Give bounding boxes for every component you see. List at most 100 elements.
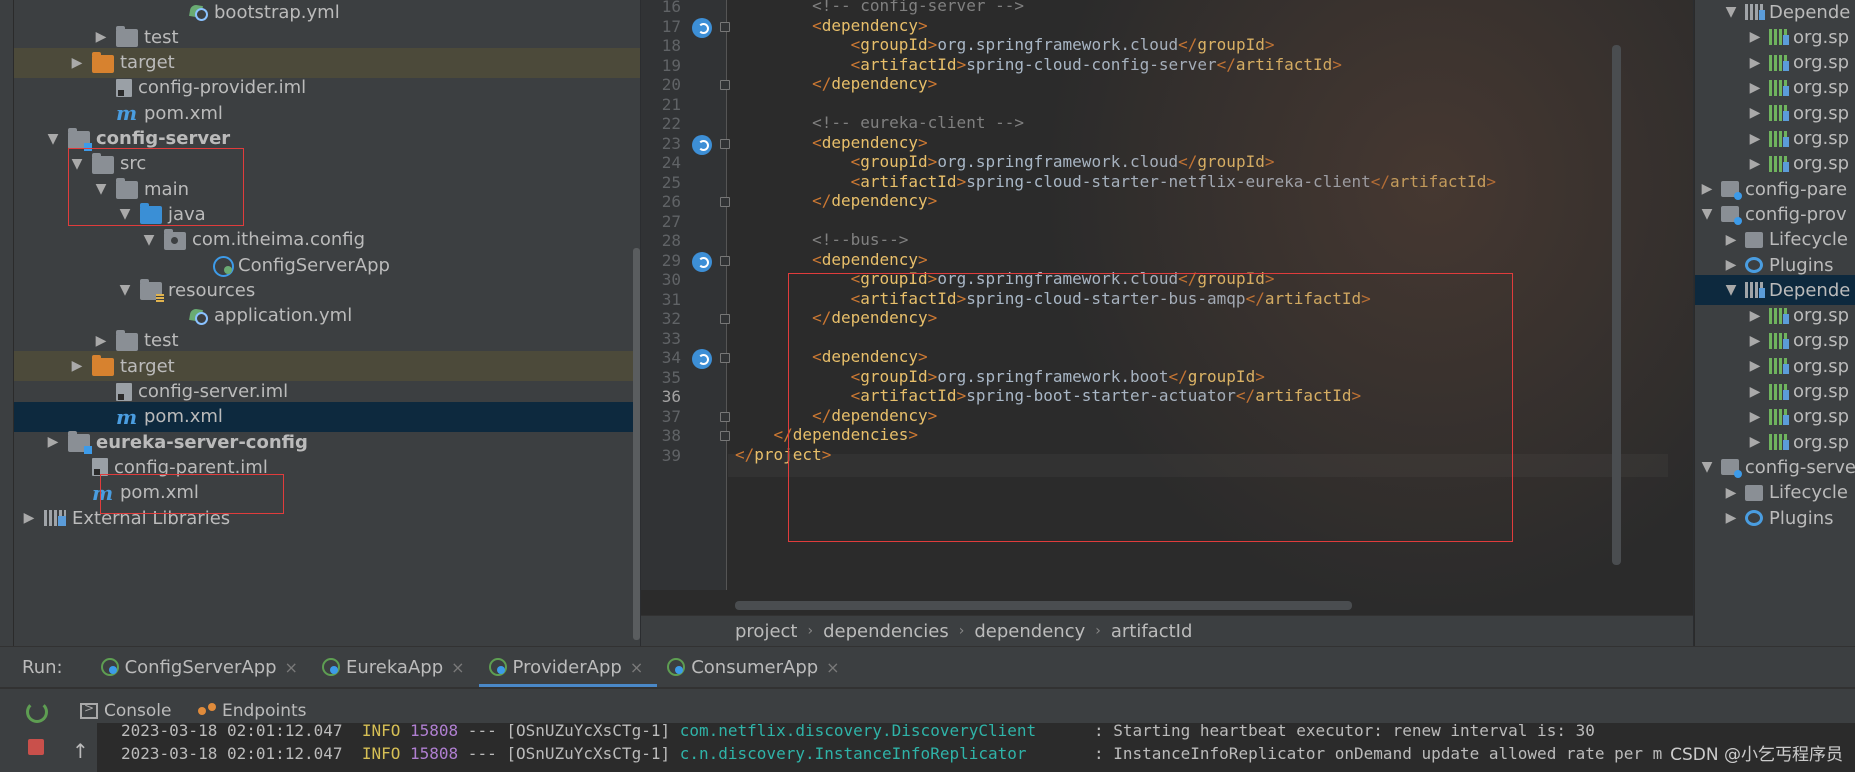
fold-marker-icon[interactable] (720, 255, 730, 266)
stop-icon[interactable] (28, 739, 44, 755)
run-gutter-icon[interactable] (692, 349, 712, 369)
line-number: 21 (661, 94, 681, 114)
run-tab[interactable]: EurekaApp × (312, 647, 479, 687)
editor-horizontal-scrollbar[interactable] (735, 601, 1352, 610)
chevron-right-icon[interactable]: ▶ (1747, 308, 1763, 324)
tree-item-label: ConfigServerApp (238, 254, 390, 276)
line-number: 18 (661, 36, 681, 55)
console-output[interactable]: 2023-03-18 02:01:12.047 INFO 15808 --- [… (97, 721, 1855, 772)
folder-icon (116, 329, 138, 351)
log-ts: 2023-03-18 02:01:12.047 (121, 744, 343, 763)
chevron-right-icon[interactable]: ▶ (68, 55, 86, 71)
chevron-down-icon[interactable]: ▼ (1699, 206, 1715, 222)
fold-marker-icon[interactable] (720, 80, 730, 90)
chevron-right-icon[interactable]: ▶ (1747, 333, 1763, 349)
breadcrumb-item[interactable]: dependencies (823, 621, 949, 642)
fold-marker-icon[interactable] (720, 431, 730, 441)
code-line[interactable]: </project> (735, 443, 831, 466)
chevron-down-icon[interactable]: ▼ (44, 131, 62, 147)
tree-item-label: test (144, 330, 179, 352)
chevron-right-icon[interactable]: ▶ (1747, 80, 1763, 96)
chevron-down-icon[interactable]: ▼ (92, 181, 110, 197)
rerun-icon[interactable] (26, 701, 48, 723)
maven-tree-item-label: org.sp (1793, 26, 1850, 48)
project-tree-scrollbar[interactable] (633, 248, 640, 640)
maven-tree-item-label: org.sp (1793, 305, 1850, 327)
chevron-right-icon[interactable]: ▶ (92, 333, 110, 349)
chevron-right-icon[interactable]: ▶ (1747, 358, 1763, 374)
fold-marker-icon[interactable] (720, 353, 730, 363)
chevron-right-icon[interactable]: ▶ (1723, 485, 1739, 501)
library-icon (1769, 105, 1789, 122)
code-line[interactable]: </dependency> (735, 72, 937, 95)
chevron-right-icon[interactable]: ▶ (1747, 29, 1763, 45)
fold-marker-icon[interactable] (720, 21, 730, 32)
chevron-right-icon[interactable]: ▶ (1747, 434, 1763, 450)
tree-item-label: main (144, 178, 189, 200)
run-tab[interactable]: ConfigServerApp × (91, 647, 312, 687)
chevron-right-icon[interactable]: ▶ (1723, 232, 1739, 248)
chevron-right-icon[interactable]: ▶ (1699, 181, 1715, 197)
fold-marker-icon[interactable] (720, 197, 730, 207)
chevron-right-icon[interactable]: ▶ (1747, 131, 1763, 147)
chevron-right-icon[interactable]: ▶ (44, 434, 62, 450)
library-icon (1769, 358, 1789, 375)
chevron-down-icon[interactable]: ▼ (140, 232, 158, 248)
editor-gutter: 16 17 18 19 20 21 22 23 24 25 26 27 28 29 30 31 32 33 34 35… (641, 0, 730, 590)
close-icon[interactable]: × (630, 658, 643, 677)
project-tree-panel: bootstrap.yml ▶ test ▶ target config-provider… (14, 0, 640, 646)
breadcrumb-item[interactable]: artifactId (1111, 621, 1193, 642)
iml-file-icon (116, 78, 132, 97)
fold-marker-icon[interactable] (720, 138, 730, 149)
log-msg: : Starting heartbeat executor: renew int… (1084, 721, 1595, 740)
tree-item[interactable]: ▶ External Libraries (14, 503, 640, 533)
chevron-down-icon[interactable]: ▼ (116, 282, 134, 298)
chevron-right-icon[interactable]: ▶ (1723, 510, 1739, 526)
chevron-right-icon[interactable]: ▶ (1747, 156, 1763, 172)
chevron-down-icon[interactable]: ▼ (1699, 459, 1715, 475)
breadcrumb-item[interactable]: dependency (974, 621, 1085, 642)
run-tab[interactable]: ConsumerApp × (657, 647, 853, 687)
fold-marker-icon[interactable] (720, 411, 730, 422)
library-icon (1769, 332, 1789, 349)
chevron-down-icon[interactable]: ▼ (116, 206, 134, 222)
run-tab[interactable]: ProviderApp × (478, 647, 658, 687)
chevron-right-icon[interactable]: ▶ (1747, 384, 1763, 400)
chevron-right-icon[interactable]: ▶ (1747, 55, 1763, 71)
chevron-right-icon[interactable]: ▶ (1747, 105, 1763, 121)
chevron-down-icon[interactable]: ▼ (1723, 4, 1739, 20)
chevron-down-icon[interactable]: ▼ (1723, 282, 1739, 298)
run-gutter-icon[interactable] (692, 17, 712, 38)
line-number: 16 (661, 0, 681, 16)
arrow-up-icon[interactable]: ↑ (72, 739, 89, 763)
breadcrumb-item[interactable]: project (735, 621, 797, 642)
maven-tree-item[interactable]: ▶ Plugins (1695, 503, 1855, 533)
close-icon[interactable]: × (451, 658, 464, 677)
tree-item-label: resources (168, 279, 256, 301)
tree-item-label: com.itheima.config (192, 229, 366, 251)
run-gutter-icon[interactable] (692, 251, 712, 272)
code-editor[interactable]: 16 17 18 19 20 21 22 23 24 25 26 27 28 29 30 31 32 33 34 35… (641, 0, 1693, 646)
editor-vertical-scrollbar[interactable] (1612, 45, 1621, 565)
maven-tree-item-label: config-serve (1744, 456, 1855, 478)
chevron-down-icon[interactable]: ▼ (68, 156, 86, 172)
fold-marker-icon[interactable] (720, 314, 730, 324)
code-line[interactable]: </dependency> (735, 189, 937, 212)
module-folder-icon (68, 431, 92, 455)
maven-tree-item-label: Plugins (1769, 254, 1834, 276)
library-icon (1769, 408, 1789, 425)
resources-folder-icon (140, 279, 164, 303)
chevron-right-icon[interactable]: ▶ (20, 510, 38, 526)
run-gutter-icon[interactable] (692, 134, 712, 155)
tree-item-label: pom.xml (120, 482, 199, 504)
code-line[interactable]: </dependency> (735, 306, 937, 329)
chevron-right-icon[interactable]: ▶ (92, 29, 110, 45)
close-icon[interactable]: × (826, 658, 839, 677)
close-icon[interactable]: × (285, 658, 298, 677)
tree-item-label: bootstrap.yml (214, 1, 340, 23)
chevron-right-icon[interactable]: ▶ (68, 358, 86, 374)
chevron-right-icon[interactable]: ▶ (1747, 409, 1763, 425)
line-number: 22 (661, 114, 681, 133)
chevron-right-icon[interactable]: ▶ (1723, 257, 1739, 273)
folder-orange-icon (92, 355, 114, 377)
